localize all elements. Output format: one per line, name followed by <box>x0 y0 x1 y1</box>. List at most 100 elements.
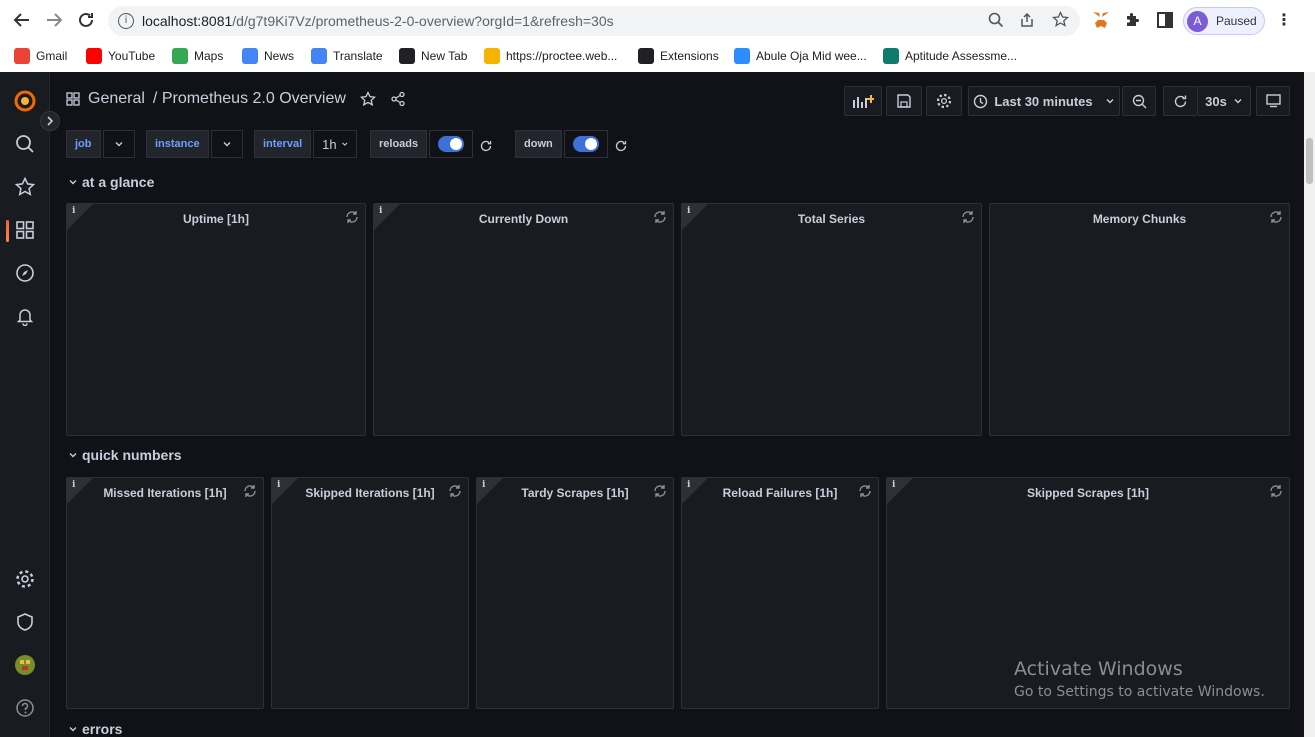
panel-title[interactable]: Memory Chunks <box>990 212 1289 226</box>
add-panel-button[interactable] <box>844 86 882 116</box>
refresh-icon[interactable] <box>479 139 493 153</box>
panel-refresh-icon[interactable] <box>241 482 259 500</box>
expand-menu-button[interactable] <box>40 111 60 131</box>
bookmark-item[interactable]: Translate <box>311 46 383 66</box>
back-button[interactable] <box>10 8 34 32</box>
side-panel-icon[interactable] <box>1156 11 1174 34</box>
bookmark-item[interactable]: Abule Oja Mid wee... <box>734 46 867 66</box>
panel-title[interactable]: Uptime [1h] <box>67 212 365 226</box>
refresh-dashboard-button[interactable] <box>1163 86 1197 116</box>
row-quick-numbers[interactable]: quick numbers <box>68 447 182 463</box>
cycle-view-mode-button[interactable] <box>1256 86 1290 116</box>
folder-link[interactable]: General <box>88 90 145 108</box>
grafana-logo-icon[interactable] <box>13 89 37 113</box>
scrollbar-thumb[interactable] <box>1306 138 1313 184</box>
alerting-bell-icon[interactable] <box>13 304 37 328</box>
panel-title[interactable]: Skipped Scrapes [1h] <box>887 486 1289 500</box>
search-icon[interactable] <box>13 132 37 156</box>
panel-uptime[interactable]: i Uptime [1h] <box>66 203 366 436</box>
save-dashboard-button[interactable] <box>886 86 922 116</box>
bookmarks-bar: Gmail YouTube Maps News Translate New Tab http… <box>0 40 1315 72</box>
panel-skipped-iterations[interactable]: i Skipped Iterations [1h] <box>271 477 469 709</box>
bookmark-item[interactable]: Gmail <box>14 46 67 66</box>
bookmark-label: Extensions <box>660 49 719 63</box>
explore-compass-icon[interactable] <box>13 261 37 285</box>
panel-refresh-icon[interactable] <box>343 208 361 226</box>
refresh-icon[interactable] <box>614 139 628 153</box>
extensions-puzzle-icon[interactable] <box>1124 11 1142 34</box>
reloads-toggle[interactable] <box>438 136 465 152</box>
panel-refresh-icon[interactable] <box>651 208 669 226</box>
panel-currently-down[interactable]: i Currently Down <box>373 203 674 436</box>
panel-refresh-icon[interactable] <box>1267 482 1285 500</box>
site-info-icon[interactable]: i <box>118 13 134 29</box>
starred-icon[interactable] <box>13 175 37 199</box>
panel-tardy-scrapes[interactable]: i Tardy Scrapes [1h] <box>476 477 674 709</box>
panel-refresh-icon[interactable] <box>446 482 464 500</box>
variable-instance-select[interactable] <box>210 130 243 158</box>
panel-refresh-icon[interactable] <box>856 482 874 500</box>
user-avatar-icon[interactable] <box>13 653 37 677</box>
refresh-icon <box>1174 95 1187 107</box>
variable-instance-label: instance <box>146 130 209 158</box>
panel-refresh-icon[interactable] <box>651 482 669 500</box>
panel-refresh-icon[interactable] <box>959 208 977 226</box>
row-errors[interactable]: errors <box>68 721 122 737</box>
bookmark-item[interactable]: New Tab <box>399 46 467 66</box>
more-menu-icon[interactable]: ⋮ <box>1276 10 1292 29</box>
address-bar[interactable]: i localhost:8081/d/g7t9Ki7Vz/prometheus-… <box>108 6 1080 36</box>
zoom-out-button[interactable] <box>1122 86 1156 116</box>
zoom-lens-icon[interactable] <box>988 12 1004 33</box>
time-picker-button[interactable]: Last 30 minutes <box>968 86 1120 116</box>
panel-total-series[interactable]: i Total Series <box>681 203 982 436</box>
variable-interval-select[interactable]: 1h <box>313 130 358 158</box>
panel-title[interactable]: Currently Down <box>374 212 673 226</box>
dashboards-icon[interactable] <box>13 218 37 242</box>
watermark-subtitle: Go to Settings to activate Windows. <box>1014 684 1265 700</box>
bookmark-item[interactable]: https://proctee.web... <box>484 46 617 66</box>
reload-icon <box>79 12 93 27</box>
bookmark-label: https://proctee.web... <box>506 49 618 63</box>
panel-title[interactable]: Reload Failures [1h] <box>682 486 878 500</box>
panel-memory-chunks[interactable]: Memory Chunks <box>989 203 1290 436</box>
help-icon[interactable] <box>13 696 37 720</box>
variable-down: down <box>515 130 628 158</box>
panel-title[interactable]: Skipped Iterations [1h] <box>272 486 468 500</box>
server-admin-shield-icon[interactable] <box>13 610 37 634</box>
refresh-interval-picker[interactable]: 30s <box>1197 86 1251 116</box>
panel-title[interactable]: Total Series <box>682 212 981 226</box>
bookmark-item[interactable]: News <box>242 46 294 66</box>
add-panel-icon <box>853 95 874 108</box>
bookmark-item[interactable]: Maps <box>172 46 223 66</box>
reload-button[interactable] <box>74 8 98 32</box>
share-icon[interactable] <box>1019 12 1035 33</box>
variable-job-select[interactable] <box>102 130 135 158</box>
page-scrollbar[interactable] <box>1304 72 1315 737</box>
dashboard-settings-button[interactable] <box>926 86 962 116</box>
metamask-icon[interactable] <box>1091 11 1111 34</box>
maps-icon <box>172 48 188 64</box>
bookmark-item[interactable]: Aptitude Assessme... <box>883 46 1017 66</box>
bookmark-label: Maps <box>194 49 224 63</box>
down-toggle[interactable] <box>572 136 599 152</box>
panel-missed-iterations[interactable]: i Missed Iterations [1h] <box>66 477 264 709</box>
bookmark-item[interactable]: Extensions <box>638 46 719 66</box>
share-dashboard-icon[interactable] <box>390 91 406 107</box>
forward-button[interactable] <box>42 8 66 32</box>
proctee-icon <box>484 48 500 64</box>
bookmark-item[interactable]: YouTube <box>86 46 155 66</box>
panel-title[interactable]: Tardy Scrapes [1h] <box>477 486 673 500</box>
configuration-gear-icon[interactable] <box>13 567 37 591</box>
bookmark-label: Translate <box>333 49 383 63</box>
puzzle-icon <box>638 48 654 64</box>
row-at-a-glance[interactable]: at a glance <box>68 174 154 190</box>
panel-title[interactable]: Missed Iterations [1h] <box>67 486 263 500</box>
profile-button[interactable]: A Paused <box>1183 7 1265 35</box>
address-row: i localhost:8081/d/g7t9Ki7Vz/prometheus-… <box>0 0 1315 40</box>
panel-reload-failures[interactable]: i Reload Failures [1h] <box>681 477 879 709</box>
mark-favorite-star-icon[interactable] <box>359 91 376 107</box>
bookmark-star-icon[interactable] <box>1051 10 1070 33</box>
side-nav <box>0 72 50 737</box>
panel-refresh-icon[interactable] <box>1267 208 1285 226</box>
bookmark-label: News <box>264 49 295 63</box>
